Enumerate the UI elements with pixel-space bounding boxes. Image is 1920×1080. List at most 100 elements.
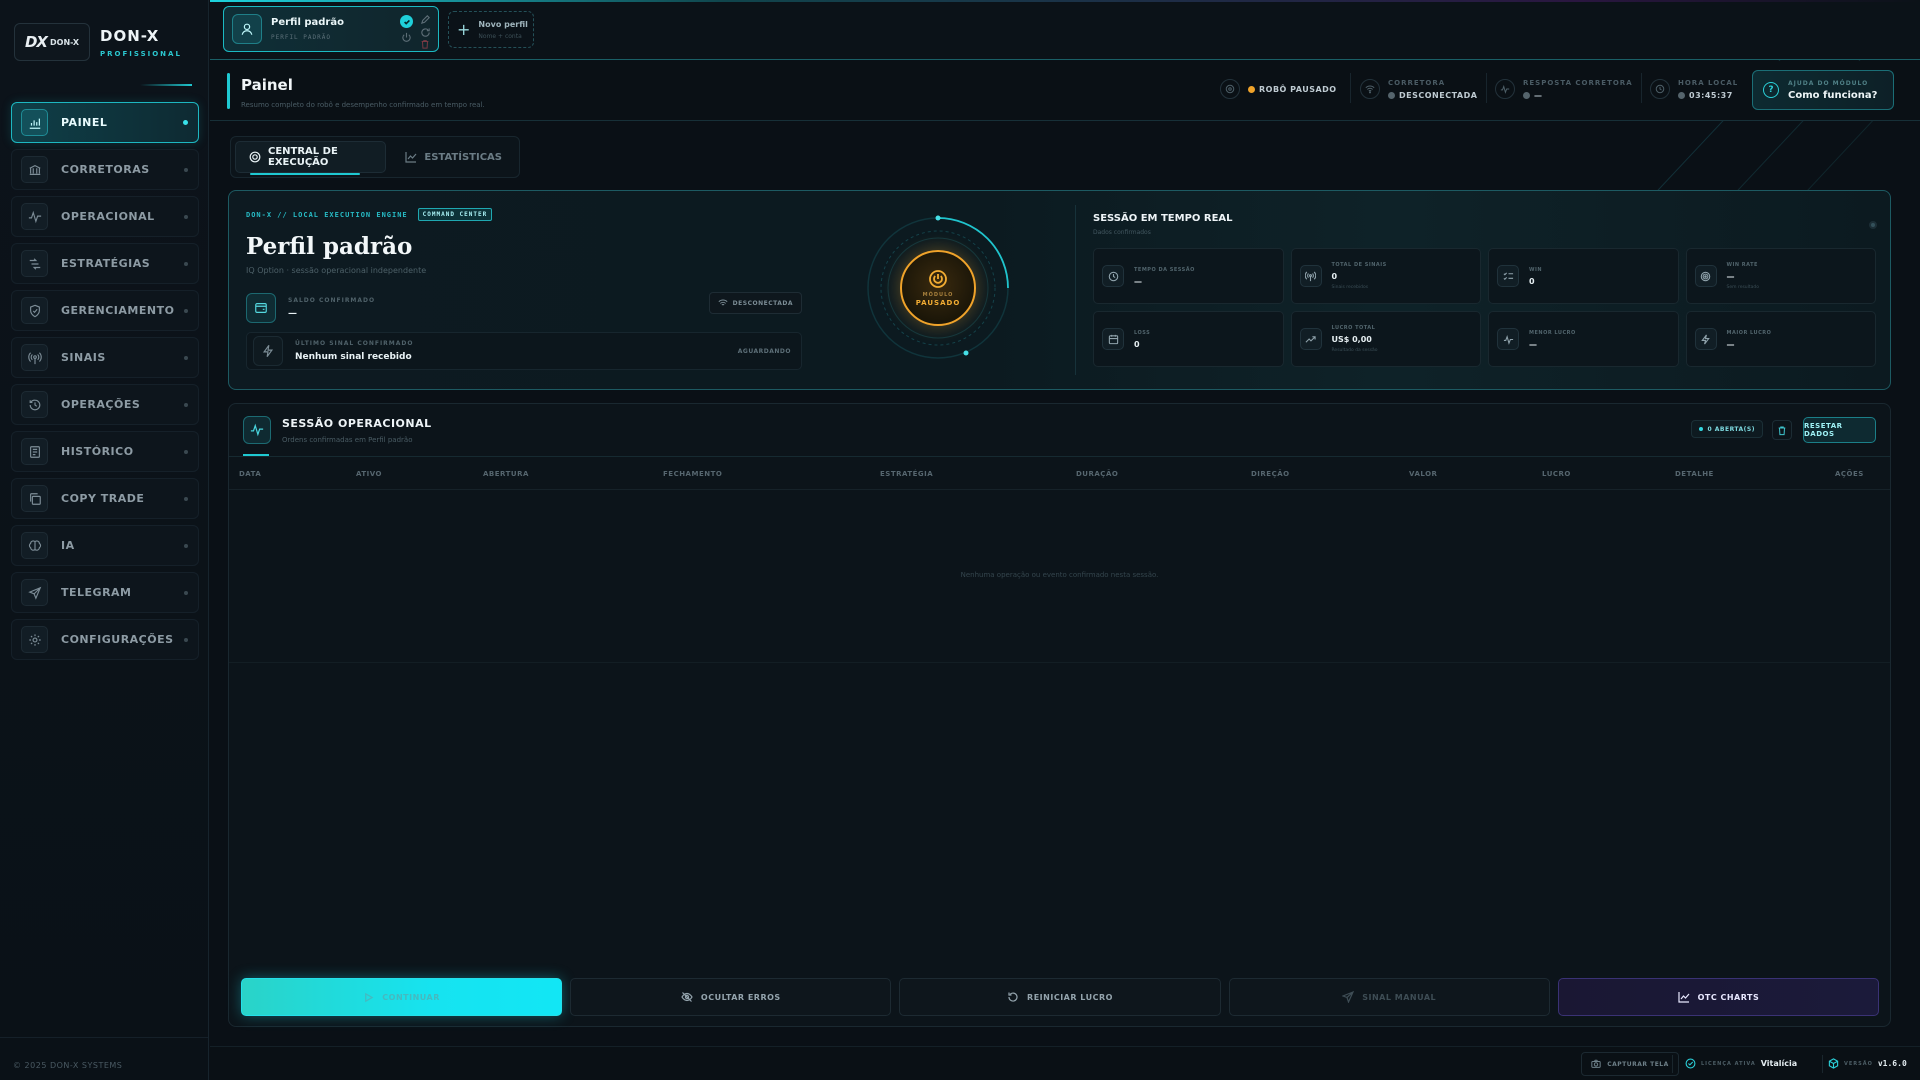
nav-dot [184,403,188,407]
target-icon [249,151,261,163]
power-icon[interactable] [401,32,412,43]
balance-value: — [288,309,297,319]
sidebar-item-label: CORRETORAS [61,163,150,176]
sidebar-item-copy-trade[interactable]: COPY TRADE [11,478,199,519]
calendar-icon [1102,328,1124,350]
brand-logo: DX DON-X [14,23,90,61]
module-state: PAUSADO [915,299,961,307]
reset-icon [1008,992,1018,1002]
stat-note: Sem resultado [1726,285,1760,290]
section-underline [243,454,269,456]
balance-box: SALDO CONFIRMADO — DESCONECTADA [246,289,802,327]
reset-data-button[interactable]: RESETAR DADOS [1803,417,1876,443]
tab-estatisticas[interactable]: ESTATÍSTICAS [392,141,515,173]
profile-sub: PERFIL PADRÃO [271,34,331,41]
pulse-icon [21,203,48,230]
time-value: 03:45:37 [1689,90,1733,100]
continue-button[interactable]: CONTINUAR [241,978,563,1016]
sidebar-item-telegram[interactable]: TELEGRAM [11,572,199,613]
action-bar: CONTINUAR OCULTAR ERROS REINICIAR LUCRO … [241,978,1880,1016]
empty-state: Nenhuma operação ou evento confirmado ne… [960,571,1159,579]
chart-icon [21,109,48,136]
refresh-icon[interactable] [420,27,431,38]
engine-tag: DON-X // LOCAL EXECUTION ENGINE [246,210,408,219]
sidebar-item-gerenciamento[interactable]: GERENCIAMENTO [11,290,199,331]
sidebar-item-historico[interactable]: HISTÓRICO [11,431,199,472]
stat-value: 0 [1331,272,1338,281]
column-header: ATIVO [356,470,382,478]
realtime-title: SESSÃO EM TEMPO REAL [1093,213,1233,224]
signal-value: Nenhum sinal recebido [295,352,412,362]
reset-profit-button[interactable]: REINICIAR LUCRO [899,978,1221,1016]
status-dot-warning [1248,85,1255,93]
new-profile-button[interactable]: + Novo perfil Nome + conta [448,11,534,48]
command-center-badge: COMMAND CENTER [417,208,493,221]
manual-signal-button[interactable]: SINAL MANUAL [1228,978,1550,1016]
trash-icon[interactable] [420,39,430,49]
bolt-icon [1694,328,1717,350]
nav-dot [184,215,188,219]
brand-tagline: PROFISSIONAL [100,49,182,58]
column-header: DATA [239,470,262,478]
stat-total-signals: TOTAL DE SINAIS 0 Sinais recebidos [1290,248,1481,304]
button-label: CAPTURAR TELA [1607,1060,1669,1068]
button-label: OTC CHARTS [1697,992,1760,1002]
stat-value: — [1529,339,1537,349]
power-control[interactable]: MÓDULO PAUSADO [863,213,1013,363]
brain-icon [21,532,48,559]
robot-status: ROBÔ PAUSADO [1220,71,1337,107]
pulse-icon [243,416,271,444]
stat-note: Resultado da sessão [1331,348,1378,353]
divider [1075,205,1076,375]
session-title: SESSÃO OPERACIONAL [282,417,432,430]
power-button[interactable]: MÓDULO PAUSADO [900,250,976,326]
profile-name: Perfil padrão [271,17,344,28]
edit-icon[interactable] [420,14,431,25]
sidebar-item-label: ESTRATÉGIAS [61,257,151,270]
capture-screen-button[interactable]: CAPTURAR TELA [1581,1052,1679,1076]
sidebar: DX DON-X DON-X PROFISSIONAL PAINEL CORRE… [0,0,209,1080]
stat-value: 0 [1529,276,1535,286]
nav-dot [184,638,188,642]
clear-button[interactable] [1772,420,1792,440]
sidebar-item-label: OPERACIONAL [61,210,155,223]
sidebar-item-sinais[interactable]: SINAIS [11,337,199,378]
stat-label: WIN RATE [1726,262,1758,268]
stat-win-rate: WIN RATE — Sem resultado [1685,248,1876,304]
stat-win: WIN 0 [1488,248,1679,304]
antenna-icon [1299,265,1322,287]
button-label: OCULTAR ERROS [700,992,781,1002]
profile-card-active[interactable]: Perfil padrão PERFIL PADRÃO [223,6,439,52]
operational-session-panel: SESSÃO OPERACIONAL Ordens confirmadas em… [228,403,1891,1027]
sidebar-item-operacoes[interactable]: OPERAÇÕES [11,384,199,425]
operations-table-header: DATA ATIVO ABERTURA FECHAMENTO ESTRATÉGI… [229,458,1890,490]
check-circle-icon [1685,1058,1696,1069]
command-center-panel: DON-X // LOCAL EXECUTION ENGINE COMMAND … [228,190,1891,390]
license-value: Vitalícia [1760,1059,1798,1068]
stat-value: 0 [1134,339,1140,349]
otc-charts-button[interactable]: OTC CHARTS [1557,978,1880,1016]
sidebar-item-estrategias[interactable]: ESTRATÉGIAS [11,243,199,284]
status-dot [1699,427,1704,431]
divider [1672,1055,1673,1073]
nav-dot [184,497,188,501]
sidebar-item-corretoras[interactable]: CORRETORAS [11,149,199,190]
hide-errors-button[interactable]: OCULTAR ERROS [570,978,892,1016]
sidebar-item-operacional[interactable]: OPERACIONAL [11,196,199,237]
sidebar-item-label: TELEGRAM [61,586,132,599]
sidebar-item-painel[interactable]: PAINEL [11,102,199,143]
sidebar-item-ia[interactable]: IA [11,525,199,566]
tab-central-execucao[interactable]: CENTRAL DE EXECUÇÃO [235,141,387,175]
license-status: LICENÇA ATIVA Vitalícia [1685,1058,1797,1069]
open-orders-badge: 0 ABERTA(S) [1691,420,1763,438]
sidebar-item-configuracoes[interactable]: CONFIGURAÇÕES [11,619,199,660]
selected-check-icon [400,15,413,28]
checklist-icon [1497,265,1519,287]
module-help-button[interactable]: ? AJUDA DO MÓDULO Como funciona? [1752,70,1894,110]
logo-mark: DX [24,33,48,51]
signal-icon [21,344,48,371]
bank-icon [21,156,48,183]
stat-session-time: TEMPO DA SESSÃO — [1093,248,1284,304]
page-subtitle: Resumo completo do robô e desempenho con… [241,101,485,109]
plus-icon: + [457,20,471,39]
